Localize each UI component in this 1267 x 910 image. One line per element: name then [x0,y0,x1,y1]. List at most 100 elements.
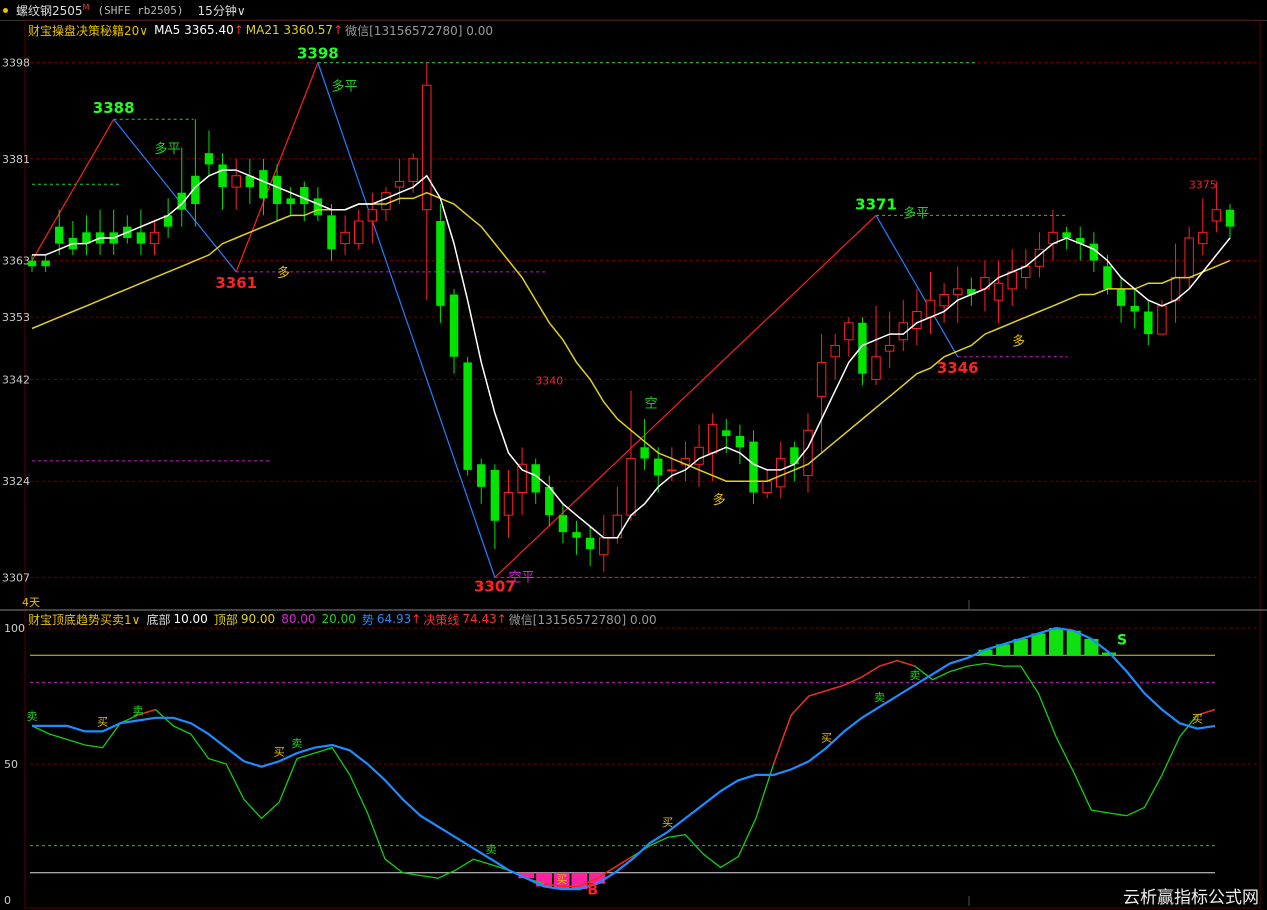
buy-marker: 买 [1192,713,1203,726]
watermark-text: 云析赢指标公式网 [1123,888,1259,908]
candle-body [449,294,459,357]
buy-marker: 买 [821,732,832,745]
osc-green-line [31,659,1216,888]
candle-body [925,299,936,318]
candle-body [231,175,241,188]
candle-body [503,492,514,516]
candle-body [749,441,758,493]
candle-body [408,158,418,182]
sell-marker: 卖 [486,843,497,856]
price-tick-label: 3324 [2,475,30,488]
candle-body [55,226,64,244]
candle-body [463,362,472,470]
sell-marker: 卖 [874,691,885,704]
top-zone-bar [1031,633,1046,656]
candle-body [340,231,350,245]
candle-body [1007,271,1017,290]
candle-body [939,294,949,307]
candle-body [654,458,663,476]
candle-body [394,180,405,188]
osc-tick-label: 50 [4,758,18,771]
candle-body [204,153,214,165]
high-price-label: 3375 [1189,179,1217,192]
signal-label: 空 [645,397,658,412]
candle-body [707,424,718,454]
trough-price-label: 3346 [937,359,979,377]
sell-marker: 卖 [27,710,38,723]
candle-body [612,514,623,539]
candle-body [1184,237,1194,279]
candle-body [871,356,881,380]
main-panel-frame [24,19,1261,611]
osc-red-segment [896,659,916,667]
top-zone-bar [1049,628,1064,656]
candle-body [762,480,772,494]
buy-marker: 买 [556,873,567,886]
signal-label: 多 [713,492,726,508]
price-tick-label: 3363 [2,255,30,268]
signal-label: 多平 [155,141,181,157]
candle-body [327,215,336,250]
osc-red-segment [808,689,827,697]
candle-body [477,464,486,487]
candle-body [1211,209,1222,222]
candle-body [1144,311,1153,335]
chart-canvas[interactable]: 3398 3381 3363 3353 3342 3324 3307 3388 3361 3398… [0,0,1267,910]
candle-body [41,260,50,267]
candle-body [572,532,581,538]
candle-body [1103,266,1112,289]
signal-label: 多平 [332,78,358,94]
candle-body [585,537,595,550]
candle-body [300,187,309,205]
period-count-label: 4天 [22,596,40,609]
candle-body [1198,231,1208,245]
candle-body [218,164,227,188]
candle-body [436,221,445,306]
osc-red-segment [843,676,863,686]
buy-marker: 买 [97,715,108,728]
candle-body [1130,305,1139,312]
trough-price-label: 3361 [215,274,257,292]
candle-body [735,435,745,448]
candle-body [259,170,268,199]
candle-body [776,458,786,488]
candle-body [286,198,295,205]
candle-body [517,463,527,494]
buy-marker: 买 [274,745,285,758]
candle-body [422,84,432,211]
price-tick-label: 3307 [2,571,30,584]
candle-body [626,458,636,516]
candle-body [1225,209,1235,227]
price-tick-label: 3381 [2,153,30,166]
osc-red-segment [826,684,845,692]
sell-marker: 卖 [132,704,143,717]
candle-body [136,232,146,244]
candle-body [272,175,282,205]
candle-body [953,288,963,296]
candle-body [27,260,37,267]
osc-tick-label: 100 [4,622,25,635]
buy-signal-label: B [587,883,598,899]
candle-body [313,198,323,216]
price-tick-label: 3342 [2,373,30,386]
candle-body [354,220,364,245]
sell-marker: 卖 [291,737,302,750]
osc-red-segment [879,659,898,667]
peak-price-label: 3398 [297,45,339,63]
peak-price-label: 3388 [93,99,135,117]
osc-red-segment [790,695,810,716]
osc-red-segment [772,714,792,765]
osc-tick-label: 0 [4,894,11,907]
price-tick-label: 3398 [2,57,30,70]
candle-body [558,515,568,533]
peak-price-label: 3371 [855,195,897,213]
candle-body [1062,232,1071,238]
sell-marker: 卖 [909,669,920,682]
candle-body [149,231,160,245]
signal-label: 多平 [903,205,929,221]
candle-body [667,469,677,472]
osc-red-segment [861,665,880,678]
candle-body [993,282,1004,301]
candle-body [816,361,827,397]
zigzag-line [317,62,496,578]
